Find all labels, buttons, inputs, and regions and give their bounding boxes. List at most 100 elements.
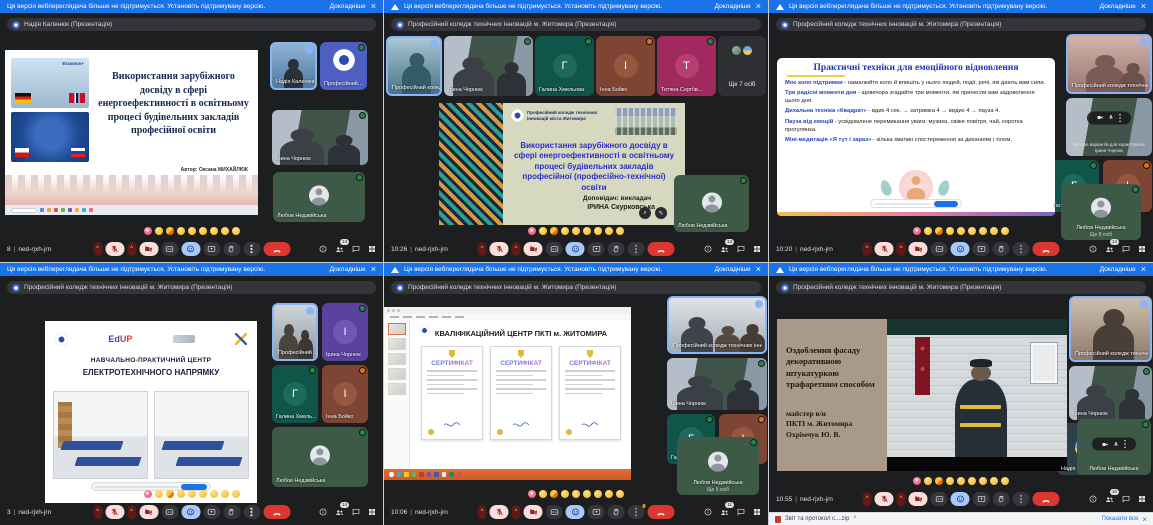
video-tile[interactable]: Професійний коледж технічних інно... [667,296,767,354]
reaction-sad-icon[interactable] [979,227,987,235]
reaction-heart-icon[interactable]: ♥ [528,227,536,235]
reaction-thinking-icon[interactable] [605,490,613,498]
close-icon[interactable]: × [1141,2,1146,11]
camera-off-button[interactable] [139,242,158,256]
mic-options-caret[interactable]: ^ [478,505,487,519]
video-tile[interactable]: Ірина Чорнюк [444,36,533,96]
present-screen-button[interactable] [973,242,990,256]
blue-button[interactable] [181,484,207,490]
people-icon[interactable]: 11 [720,508,729,517]
reaction-joy-icon[interactable] [957,227,965,235]
info-icon[interactable] [704,508,712,516]
camera-off-button[interactable] [524,242,543,256]
reaction-joy-icon[interactable] [188,227,196,235]
end-call-button[interactable] [648,242,675,256]
info-icon[interactable] [1089,495,1097,503]
people-icon[interactable]: 10 [1105,495,1114,504]
reaction-tada-icon[interactable] [166,490,174,498]
video-tile[interactable]: Г Галина Хмельова [535,36,594,96]
present-screen-button[interactable] [973,492,990,506]
video-tile[interactable]: І Інна Бойко [596,36,655,96]
reaction-thumbs-down-icon[interactable] [1001,227,1009,235]
video-tile[interactable]: Г Галина Хмель... [272,365,318,423]
raise-hand-button[interactable] [223,505,240,519]
video-tile[interactable]: Любов Недзвійська [1077,419,1151,475]
details-link[interactable]: Докладніше [715,3,751,10]
reaction-sad-icon[interactable] [210,490,218,498]
reaction-surprised-icon[interactable] [968,227,976,235]
show-all-link[interactable]: Показати все [1101,516,1138,522]
details-link[interactable]: Докладніше [330,266,366,273]
reaction-thinking-icon[interactable] [221,227,229,235]
more-options-button[interactable] [1013,242,1030,256]
raise-hand-button[interactable] [608,242,625,256]
close-icon[interactable]: × [1142,515,1147,524]
pinned-presenter-bar[interactable]: Професійний коледж технічних інновацій м… [7,281,376,294]
mic-options-caret[interactable]: ^ [863,242,872,256]
download-file-name[interactable]: Звіт та протокол с....zip [785,516,849,522]
pinned-presenter-bar[interactable]: Професійний коледж технічних інновацій м… [391,281,761,294]
close-icon[interactable]: × [371,2,376,11]
reaction-surprised-icon[interactable] [199,227,207,235]
close-icon[interactable]: × [756,2,761,11]
pinned-presenter-bar[interactable]: Професійний коледж технічних інновацій м… [776,18,1146,31]
reaction-heart-icon[interactable]: ♥ [144,227,152,235]
reaction-tada-icon[interactable] [935,227,943,235]
video-tile[interactable]: Любов Недзвійська [674,175,749,232]
present-screen-button[interactable] [203,242,220,256]
chat-icon[interactable] [1122,495,1130,503]
raise-hand-button[interactable] [993,242,1010,256]
raise-hand-button[interactable] [223,242,240,256]
reaction-thumbs-down-icon[interactable] [232,490,240,498]
raise-hand-button[interactable] [993,492,1010,506]
pinned-presenter-bar[interactable]: Професійний коледж технічних інновацій м… [776,281,1146,294]
reaction-surprised-icon[interactable] [583,490,591,498]
video-tile[interactable]: Більше варіантів для користувача Ірина Ч… [1066,98,1152,156]
close-icon[interactable]: × [1141,265,1146,274]
reactions-button[interactable] [951,242,970,256]
chat-icon[interactable] [737,508,745,516]
tile-more-icon[interactable] [1124,443,1125,444]
mic-options-caret[interactable]: ^ [478,242,487,256]
details-link[interactable]: Докладніше [1100,3,1136,10]
reaction-thumbs-up-icon[interactable] [924,227,932,235]
video-tile[interactable]: І Ірина Чорнюк [322,303,368,361]
reaction-tada-icon[interactable] [166,227,174,235]
more-options-button[interactable] [1013,492,1030,506]
people-icon[interactable]: 14 [335,508,344,517]
video-tile[interactable]: Любов Недзвійська [272,427,368,487]
end-call-button[interactable] [1033,242,1060,256]
details-link[interactable]: Докладніше [1100,266,1136,273]
more-options-button[interactable] [243,505,260,519]
info-icon[interactable] [1089,245,1097,253]
reaction-sad-icon[interactable] [594,490,602,498]
reaction-thinking-icon[interactable] [221,490,229,498]
reactions-button[interactable] [951,492,970,506]
mic-off-button[interactable] [490,505,509,519]
chevron-up-icon[interactable]: ^ [853,516,856,522]
apps-grid-icon[interactable] [1138,495,1146,503]
reaction-heart-icon[interactable]: ♥ [913,227,921,235]
more-options-button[interactable] [243,242,260,256]
camera-off-button[interactable] [139,505,158,519]
reaction-clap-icon[interactable] [561,227,569,235]
details-link[interactable]: Докладніше [715,266,751,273]
reaction-tada-icon[interactable] [935,477,943,485]
reaction-tada-icon[interactable] [550,490,558,498]
video-tile[interactable]: Професійний... [320,42,367,90]
chat-icon[interactable] [1122,245,1130,253]
captions-button[interactable] [931,492,948,506]
camera-options-caret[interactable]: ^ [897,492,906,506]
reactions-button[interactable] [566,242,585,256]
video-tile[interactable]: Ірина Чорнюк [1069,366,1152,420]
reaction-surprised-icon[interactable] [583,227,591,235]
video-tile[interactable]: Професійний коледж технічних інно... [1066,34,1152,94]
ppt-slide-thumbnails[interactable] [384,320,410,469]
chat-icon[interactable] [352,245,360,253]
reaction-thumbs-up-icon[interactable] [155,490,163,498]
more-participants-tile[interactable]: Ще 7 осіб [718,36,766,96]
pinned-presenter-bar[interactable]: Професійний коледж технічних інновацій м… [391,18,761,31]
more-options-button[interactable] [628,505,645,519]
present-screen-button[interactable] [588,505,605,519]
zoom-control-icon[interactable]: ⌕ [639,207,651,219]
